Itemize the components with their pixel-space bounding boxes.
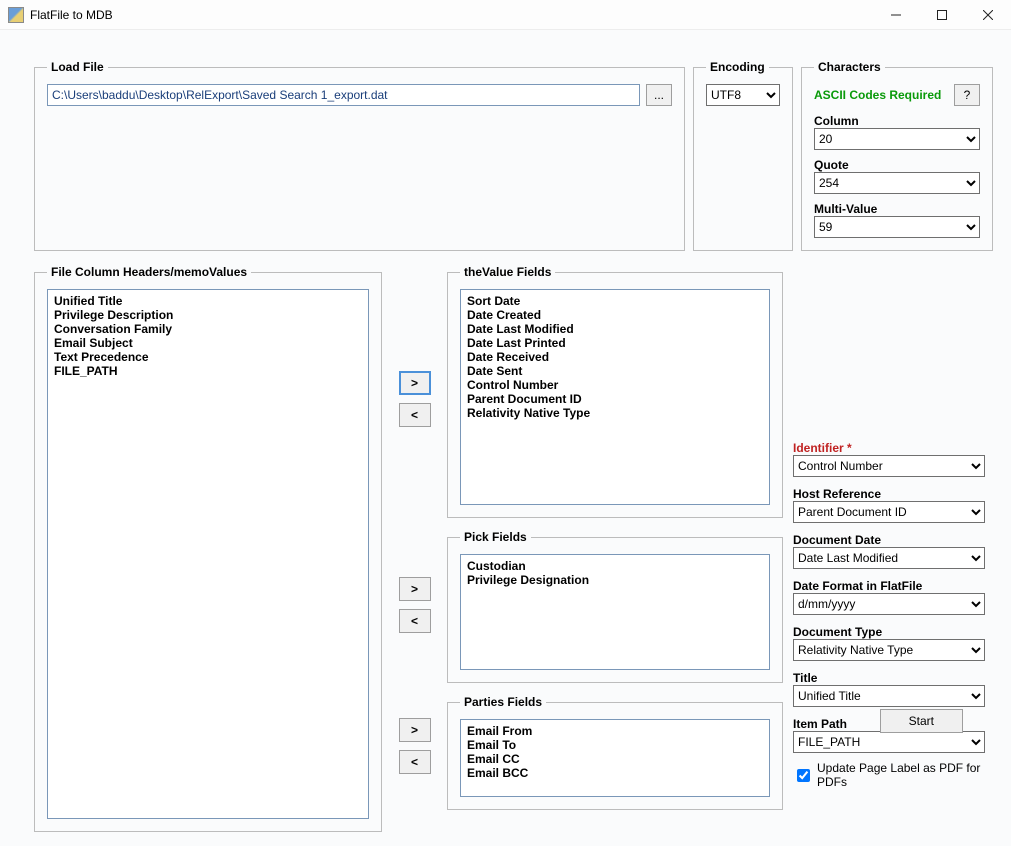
list-item[interactable]: Parent Document ID — [467, 392, 763, 406]
value-fields-group: theValue Fields Sort DateDate CreatedDat… — [447, 265, 783, 518]
ascii-required-label: ASCII Codes Required — [814, 88, 948, 102]
encoding-legend: Encoding — [706, 60, 769, 74]
identifier-label: Identifier * — [793, 441, 985, 455]
value-fields-legend: theValue Fields — [460, 265, 555, 279]
characters-legend: Characters — [814, 60, 885, 74]
list-item[interactable]: Email Subject — [54, 336, 362, 350]
file-column-headers-legend: File Column Headers/memoValues — [47, 265, 251, 279]
list-item[interactable]: Email From — [467, 724, 763, 738]
move-right-parties-button[interactable]: > — [399, 718, 431, 742]
list-item[interactable]: Custodian — [467, 559, 763, 573]
list-item[interactable]: Privilege Description — [54, 308, 362, 322]
ascii-help-button[interactable]: ? — [954, 84, 980, 106]
quote-label: Quote — [814, 158, 980, 172]
load-file-group: Load File ... — [34, 60, 685, 251]
minimize-icon — [891, 10, 901, 20]
identifier-select[interactable]: Control Number — [793, 455, 985, 477]
parties-fields-legend: Parties Fields — [460, 695, 546, 709]
browse-button[interactable]: ... — [646, 84, 672, 106]
update-page-label-checkbox[interactable] — [797, 769, 810, 782]
pick-fields-legend: Pick Fields — [460, 530, 531, 544]
minimize-button[interactable] — [873, 0, 919, 30]
value-fields-listbox[interactable]: Sort DateDate CreatedDate Last ModifiedD… — [460, 289, 770, 505]
parties-fields-listbox[interactable]: Email FromEmail ToEmail CCEmail BCC — [460, 719, 770, 797]
list-item[interactable]: Email CC — [467, 752, 763, 766]
load-file-legend: Load File — [47, 60, 108, 74]
file-column-headers-listbox[interactable]: Unified TitlePrivilege DescriptionConver… — [47, 289, 369, 819]
parties-fields-group: Parties Fields Email FromEmail ToEmail C… — [447, 695, 783, 810]
update-page-label-text: Update Page Label as PDF for PDFs — [817, 761, 985, 789]
list-item[interactable]: FILE_PATH — [54, 364, 362, 378]
list-item[interactable]: Sort Date — [467, 294, 763, 308]
list-item[interactable]: Date Last Printed — [467, 336, 763, 350]
start-button[interactable]: Start — [880, 709, 963, 733]
host-reference-label: Host Reference — [793, 487, 985, 501]
app-icon — [8, 7, 24, 23]
list-item[interactable]: Unified Title — [54, 294, 362, 308]
pick-fields-listbox[interactable]: CustodianPrivilege Designation — [460, 554, 770, 670]
maximize-button[interactable] — [919, 0, 965, 30]
date-format-select[interactable]: d/mm/yyyy — [793, 593, 985, 615]
list-item[interactable]: Email BCC — [467, 766, 763, 780]
document-type-select[interactable]: Relativity Native Type — [793, 639, 985, 661]
pick-fields-group: Pick Fields CustodianPrivilege Designati… — [447, 530, 783, 683]
move-left-pick-button[interactable]: < — [399, 609, 431, 633]
list-item[interactable]: Date Sent — [467, 364, 763, 378]
move-left-value-button[interactable]: < — [399, 403, 431, 427]
window-title: FlatFile to MDB — [30, 8, 113, 22]
multivalue-select[interactable]: 59 — [814, 216, 980, 238]
titlebar: FlatFile to MDB — [0, 0, 1011, 30]
encoding-group: Encoding UTF8 — [693, 60, 793, 251]
close-button[interactable] — [965, 0, 1011, 30]
close-icon — [983, 10, 993, 20]
column-select[interactable]: 20 — [814, 128, 980, 150]
date-format-label: Date Format in FlatFile — [793, 579, 985, 593]
document-type-label: Document Type — [793, 625, 985, 639]
list-item[interactable]: Date Created — [467, 308, 763, 322]
host-reference-select[interactable]: Parent Document ID — [793, 501, 985, 523]
move-right-value-button[interactable]: > — [399, 371, 431, 395]
list-item[interactable]: Conversation Family — [54, 322, 362, 336]
list-item[interactable]: Email To — [467, 738, 763, 752]
load-file-path-input[interactable] — [47, 84, 640, 106]
column-label: Column — [814, 114, 980, 128]
title-label: Title — [793, 671, 985, 685]
move-right-pick-button[interactable]: > — [399, 577, 431, 601]
list-item[interactable]: Text Precedence — [54, 350, 362, 364]
quote-select[interactable]: 254 — [814, 172, 980, 194]
list-item[interactable]: Privilege Designation — [467, 573, 763, 587]
list-item[interactable]: Date Last Modified — [467, 322, 763, 336]
item-path-select[interactable]: FILE_PATH — [793, 731, 985, 753]
maximize-icon — [937, 10, 947, 20]
document-date-select[interactable]: Date Last Modified — [793, 547, 985, 569]
move-left-parties-button[interactable]: < — [399, 750, 431, 774]
title-select[interactable]: Unified Title — [793, 685, 985, 707]
document-date-label: Document Date — [793, 533, 985, 547]
file-column-headers-group: File Column Headers/memoValues Unified T… — [34, 265, 382, 832]
list-item[interactable]: Date Received — [467, 350, 763, 364]
encoding-select[interactable]: UTF8 — [706, 84, 780, 106]
list-item[interactable]: Relativity Native Type — [467, 406, 763, 420]
characters-group: Characters ASCII Codes Required ? Column… — [801, 60, 993, 251]
multivalue-label: Multi-Value — [814, 202, 980, 216]
list-item[interactable]: Control Number — [467, 378, 763, 392]
